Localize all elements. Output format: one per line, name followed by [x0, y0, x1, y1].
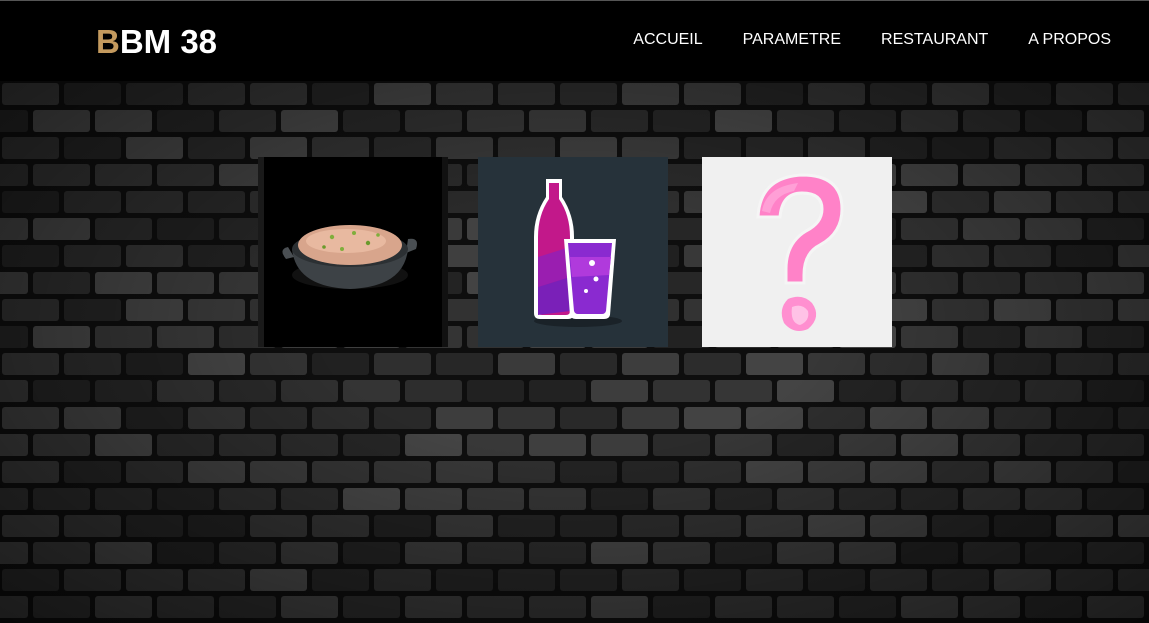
nav-link-parametre[interactable]: PARAMETRE	[743, 31, 841, 49]
brick-wall-background	[0, 81, 1149, 623]
nav-link-restaurant[interactable]: RESTAURANT	[881, 31, 988, 49]
nav-link-a-propos[interactable]: A PROPOS	[1028, 31, 1111, 49]
drink-tile[interactable]	[478, 157, 668, 347]
soda-bottle-glass-icon	[478, 157, 668, 347]
food-dish-icon	[258, 157, 448, 347]
nav-menu: ACCUEIL PARAMETRE RESTAURANT A PROPOS	[593, 31, 1111, 49]
top-navbar: BBM 38 ACCUEIL PARAMETRE RESTAURANT A PR…	[0, 0, 1149, 81]
question-mark-icon	[702, 157, 892, 347]
logo-accent-letter: B	[96, 23, 120, 60]
other-tile[interactable]	[702, 157, 892, 347]
logo-text: BM 38	[119, 23, 218, 60]
nav-link-accueil[interactable]: ACCUEIL	[633, 31, 702, 49]
food-tile[interactable]	[258, 157, 448, 347]
site-logo[interactable]: BBM 38	[96, 23, 217, 61]
